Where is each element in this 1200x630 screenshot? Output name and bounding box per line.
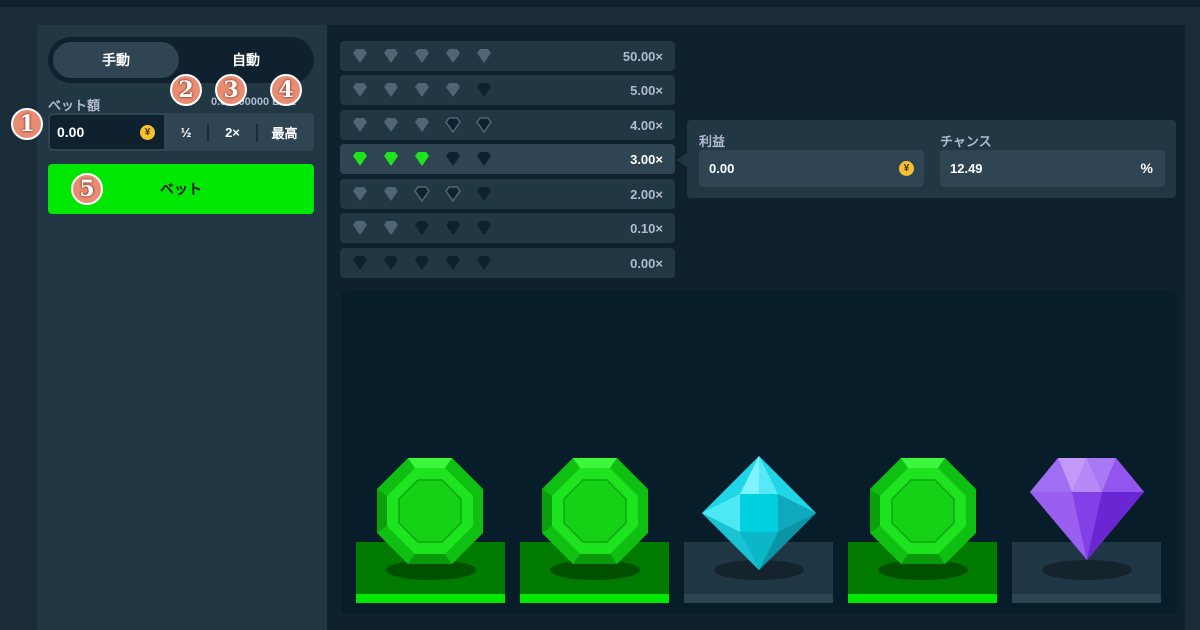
small-gem-icon (415, 152, 429, 166)
gem-shadow (1042, 560, 1132, 580)
small-gem-icon (446, 49, 460, 63)
annotation-badge-5: 5 (71, 173, 103, 205)
small-gem-icon (353, 83, 367, 97)
small-gem-icon (446, 256, 460, 270)
small-gem-icon (445, 117, 461, 133)
small-gem-icon (445, 186, 461, 202)
profit-field[interactable]: 0.00 ¥ (699, 150, 924, 187)
small-gem-icon (384, 256, 398, 270)
payout-row: 5.00× (340, 75, 675, 105)
small-gem-icon (415, 256, 429, 270)
small-gem-icon (353, 118, 367, 132)
payout-multiplier: 50.00× (622, 49, 663, 64)
bet-amount-group: 0.00 ¥ ½ 2× 最高 (48, 113, 314, 151)
small-gem-icon (384, 83, 398, 97)
tab-manual[interactable]: 手動 (53, 42, 179, 78)
emerald-gem-icon (377, 458, 483, 564)
yen-coin-icon: ¥ (140, 125, 155, 140)
bet-amount-label: ベット額 (48, 98, 101, 113)
payout-row: 4.00× (340, 110, 675, 140)
annotation-badge-1: 1 (11, 108, 43, 140)
small-gem-icon (477, 152, 491, 166)
small-gem-icon (415, 83, 429, 97)
small-gem-icon (415, 221, 429, 235)
small-gem-icon (384, 152, 398, 166)
annotation-badge-4: 4 (270, 74, 302, 106)
small-gem-icon (415, 49, 429, 63)
chance-value: 12.49 (950, 161, 983, 176)
small-gem-icon (477, 221, 491, 235)
annotation-badge-3: 3 (215, 74, 247, 106)
bet-amount-input[interactable]: 0.00 ¥ (50, 115, 164, 149)
chance-label: チャンス (940, 134, 992, 149)
small-gem-icon (353, 187, 367, 201)
small-gem-icon (477, 256, 491, 270)
profit-value: 0.00 (709, 161, 735, 176)
emerald-gem-icon (870, 458, 976, 564)
percent-sign: % (1140, 160, 1153, 176)
small-gem-icon (446, 83, 460, 97)
profit-label: 利益 (699, 134, 726, 149)
top-bar (0, 0, 1200, 7)
small-gem-icon (353, 256, 367, 270)
emerald-gem-icon (542, 458, 648, 564)
double-bet-button[interactable]: 2× (208, 115, 257, 149)
payout-row: 0.00× (340, 248, 675, 278)
small-gem-icon (446, 152, 460, 166)
small-gem-icon (477, 49, 491, 63)
small-gem-icon (446, 221, 460, 235)
small-gem-icon (477, 187, 491, 201)
chance-field[interactable]: 12.49 % (940, 150, 1165, 187)
small-gem-icon (353, 49, 367, 63)
payout-multiplier: 4.00× (630, 118, 663, 133)
payout-row: 3.00× (340, 144, 675, 174)
small-gem-icon (353, 152, 367, 166)
cyan-diamond-gem-icon (702, 456, 816, 570)
max-bet-button[interactable]: 最高 (257, 115, 312, 149)
payout-multiplier: 0.00× (630, 256, 663, 271)
payout-row: 2.00× (340, 179, 675, 209)
small-gem-icon (477, 83, 491, 97)
info-pointer (677, 153, 687, 167)
small-gem-icon (384, 118, 398, 132)
payout-multiplier: 2.00× (630, 187, 663, 202)
small-gem-icon (353, 221, 367, 235)
annotation-badge-2: 2 (170, 74, 202, 106)
payout-multiplier: 5.00× (630, 83, 663, 98)
purple-diamond-gem-icon (1030, 458, 1144, 560)
small-gem-icon (415, 118, 429, 132)
small-gem-icon (476, 117, 492, 133)
payout-row: 0.10× (340, 213, 675, 243)
payout-multiplier: 0.10× (630, 221, 663, 236)
half-bet-button[interactable]: ½ (164, 115, 208, 149)
payout-multiplier: 3.00× (630, 152, 663, 167)
yen-coin-icon: ¥ (899, 161, 914, 176)
small-gem-icon (384, 187, 398, 201)
tab-auto[interactable]: 自動 (183, 42, 309, 78)
info-box: 利益 0.00 ¥ チャンス 12.49 % (687, 120, 1176, 198)
small-gem-icon (384, 221, 398, 235)
small-gem-icon (384, 49, 398, 63)
small-gem-icon (414, 186, 430, 202)
bet-amount-value: 0.00 (57, 124, 85, 140)
payout-row: 50.00× (340, 41, 675, 71)
